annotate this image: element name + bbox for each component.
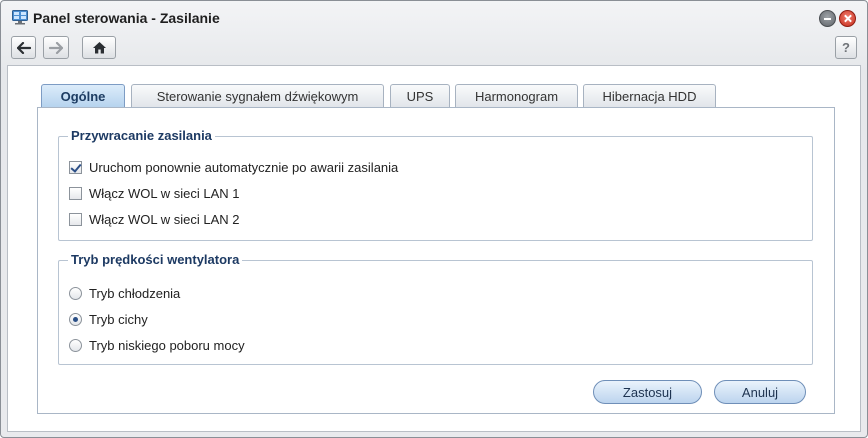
tab-content-general: Przywracanie zasilania Uruchom ponownie …	[37, 107, 835, 414]
tab-label: Ogólne	[60, 88, 106, 104]
fan-mode-legend: Tryb prędkości wentylatora	[68, 252, 243, 267]
close-icon[interactable]	[839, 10, 856, 27]
quiet-mode-radio[interactable]	[69, 312, 82, 326]
wol-lan2-checkbox[interactable]	[69, 212, 82, 226]
cooling-mode-option[interactable]: Tryb chłodzenia	[69, 284, 180, 302]
auto-restart-checkbox[interactable]	[69, 160, 82, 174]
low-power-mode-radio[interactable]	[69, 338, 82, 352]
auto-restart-label: Uruchom ponownie automatycznie po awarii…	[89, 159, 399, 175]
wol-lan1-label: Włącz WOL w sieci LAN 1	[89, 185, 240, 201]
quiet-mode-option[interactable]: Tryb cichy	[69, 310, 148, 328]
low-power-mode-option[interactable]: Tryb niskiego poboru mocy	[69, 336, 245, 354]
tab-beep-control[interactable]: Sterowanie sygnałem dźwiękowym	[131, 84, 384, 107]
minimize-icon[interactable]	[819, 10, 836, 27]
home-button[interactable]	[82, 36, 116, 59]
window-title: Panel sterowania - Zasilanie	[33, 10, 220, 26]
control-panel-icon	[12, 10, 28, 25]
tab-label: Harmonogram	[474, 88, 559, 104]
tab-schedule[interactable]: Harmonogram	[455, 84, 578, 107]
tab-hdd-hibernation[interactable]: Hibernacja HDD	[583, 84, 716, 107]
tab-label: UPS	[406, 88, 434, 104]
tab-ups[interactable]: UPS	[390, 84, 450, 107]
tab-label: Hibernacja HDD	[602, 88, 697, 104]
apply-button[interactable]: Zastosuj	[593, 380, 702, 404]
back-button[interactable]	[11, 36, 36, 59]
wol-lan1-option[interactable]: Włącz WOL w sieci LAN 1	[69, 184, 240, 202]
forward-button[interactable]	[43, 36, 69, 59]
title-bar: Panel sterowania - Zasilanie	[1, 1, 867, 35]
low-power-mode-label: Tryb niskiego poboru mocy	[89, 337, 245, 353]
power-recovery-legend: Przywracanie zasilania	[68, 128, 215, 143]
cancel-button[interactable]: Anuluj	[714, 380, 806, 404]
arrow-left-icon	[16, 41, 31, 54]
fan-mode-group: Tryb prędkości wentylatora Tryb chłodzen…	[58, 252, 813, 365]
arrow-right-icon	[49, 41, 63, 54]
control-panel-window: Panel sterowania - Zasilanie ? Ogólne St…	[0, 0, 868, 438]
wol-lan2-option[interactable]: Włącz WOL w sieci LAN 2	[69, 210, 240, 228]
auto-restart-option[interactable]: Uruchom ponownie automatycznie po awarii…	[69, 158, 398, 176]
quiet-mode-label: Tryb cichy	[89, 311, 148, 327]
tab-label: Sterowanie sygnałem dźwiękowym	[156, 88, 359, 104]
wol-lan2-label: Włącz WOL w sieci LAN 2	[89, 211, 240, 227]
tab-general[interactable]: Ogólne	[41, 84, 125, 107]
power-recovery-group: Przywracanie zasilania Uruchom ponownie …	[58, 128, 813, 241]
wol-lan1-checkbox[interactable]	[69, 186, 82, 200]
cooling-mode-label: Tryb chłodzenia	[89, 285, 181, 301]
main-panel: Ogólne Sterowanie sygnałem dźwiękowym UP…	[7, 65, 861, 432]
home-icon	[92, 42, 106, 54]
help-button[interactable]: ?	[835, 36, 857, 59]
toolbar: ?	[1, 35, 867, 61]
cooling-mode-radio[interactable]	[69, 286, 82, 300]
